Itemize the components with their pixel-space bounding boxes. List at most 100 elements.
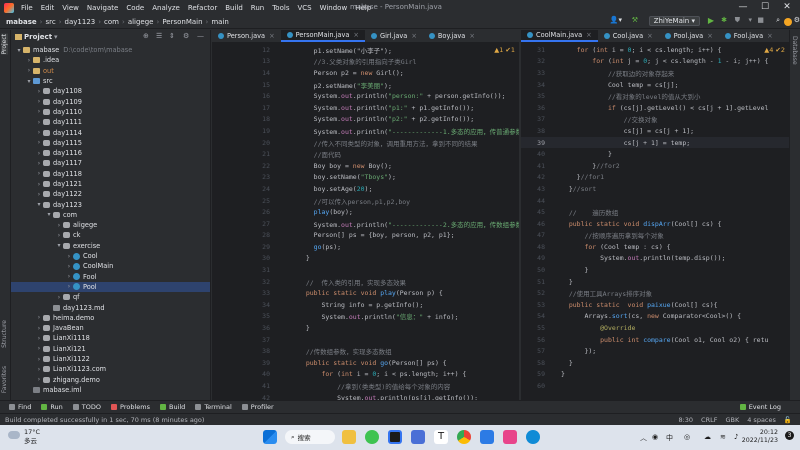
code-line[interactable]: 59} xyxy=(521,369,789,381)
tab-personmain-java[interactable]: PersonMain.java × xyxy=(280,30,365,42)
menu-build[interactable]: Build xyxy=(221,4,247,12)
chevron-right-icon[interactable]: › xyxy=(65,263,73,270)
tab-person-java[interactable]: Person.java × xyxy=(212,30,281,42)
tree-item-day1115[interactable]: › day1115 xyxy=(11,138,210,148)
tab-boy-java[interactable]: Boy.java × xyxy=(423,30,481,42)
tree-item-exercise[interactable]: ▾ exercise xyxy=(11,241,210,251)
toolwindow-build[interactable]: Build xyxy=(155,403,190,411)
code-line[interactable]: 35 //看对象的level的值从大到小 xyxy=(521,90,789,102)
code-line[interactable]: 47 //按顺序遍历拿到每个对象 xyxy=(521,230,789,242)
user-icon[interactable]: 👤▾ xyxy=(610,16,622,24)
code-line[interactable]: 37 //交换对象 xyxy=(521,114,789,126)
menu-file[interactable]: File xyxy=(17,4,37,12)
menu-navigate[interactable]: Navigate xyxy=(83,4,122,12)
indent-setting[interactable]: 4 spaces xyxy=(747,416,776,424)
code-area-left[interactable]: 12 p1.setName("小李子"); 13 //3.父类对象的引用指向子类G… xyxy=(212,44,519,400)
maximize-button[interactable]: ☐ xyxy=(754,2,776,12)
breadcrumb-item-day1123[interactable]: day1123 xyxy=(62,18,99,26)
database-tool-button[interactable]: Database xyxy=(791,36,798,65)
tree-item-day1122[interactable]: › day1122 xyxy=(11,189,210,199)
lock-icon[interactable]: 🔓 xyxy=(784,416,792,424)
file-explorer-icon[interactable] xyxy=(342,430,356,444)
status-message[interactable]: Build completed successfully in 1 sec, 7… xyxy=(5,416,204,424)
code-line[interactable]: 55 @Override xyxy=(521,322,789,334)
code-line[interactable]: 49 System.out.println(temp.disp()); xyxy=(521,253,789,265)
chevron-right-icon[interactable]: › xyxy=(55,222,63,229)
menu-analyze[interactable]: Analyze xyxy=(148,4,184,12)
project-panel-title[interactable]: Project xyxy=(24,33,52,41)
tree-item-mabase[interactable]: ▾ mabase D:\code\tom\mabase xyxy=(11,45,210,55)
expand-icon[interactable]: ⇕ xyxy=(169,32,175,40)
code-line[interactable]: 27 System.out.println("-------------2.多态… xyxy=(246,218,519,230)
typora-icon[interactable]: T xyxy=(434,430,448,444)
app-icon[interactable] xyxy=(480,430,494,444)
tray-volume-icon[interactable]: ♪ xyxy=(734,433,738,441)
menu-code[interactable]: Code xyxy=(122,4,148,12)
code-line[interactable]: 26 play(boy); xyxy=(246,206,519,218)
tree-item-javabean[interactable]: › JavaBean xyxy=(11,323,210,333)
menu-vcs[interactable]: VCS xyxy=(293,4,315,12)
chevron-right-icon[interactable]: › xyxy=(35,160,43,167)
tree-item-com[interactable]: ▾ com xyxy=(11,210,210,220)
code-line[interactable]: 33 //获取边的对象存起来 xyxy=(521,67,789,79)
collapse-all-icon[interactable]: ☰ xyxy=(156,32,162,40)
code-line[interactable]: 31 for (int i = 0; i < cs.length; i++) { xyxy=(521,44,789,56)
line-separator[interactable]: CRLF xyxy=(701,416,717,424)
code-line[interactable]: 32 for (int j = 0; j < cs.length - 1 - i… xyxy=(521,56,789,68)
chevron-right-icon[interactable]: › xyxy=(55,294,63,301)
menu-refactor[interactable]: Refactor xyxy=(184,4,221,12)
breadcrumb-item-aligege[interactable]: aligege xyxy=(125,18,157,26)
tree-item-day1109[interactable]: › day1109 xyxy=(11,96,210,106)
code-line[interactable]: 36 } xyxy=(246,322,519,334)
tab-coolmain-java[interactable]: CoolMain.java × xyxy=(521,30,598,42)
update-icon[interactable] xyxy=(784,18,792,26)
code-line[interactable]: 43 }//sort xyxy=(521,183,789,195)
breadcrumb-item-main[interactable]: main xyxy=(208,18,232,26)
toolwindow-todo[interactable]: TODO xyxy=(68,403,106,411)
code-line[interactable]: 40 } xyxy=(521,148,789,160)
favorites-tool-button[interactable]: Favorites xyxy=(1,366,8,393)
tree-item-out[interactable]: › out xyxy=(11,66,210,76)
code-line[interactable]: 29 go(ps); xyxy=(246,241,519,253)
code-line[interactable]: 18 System.out.println("p2:" + p2.getInfo… xyxy=(246,114,519,126)
chevron-down-icon[interactable]: ▾ xyxy=(45,211,53,218)
tree-item-src[interactable]: ▾ src xyxy=(11,76,210,86)
tray-app-icon[interactable]: ◉ xyxy=(652,433,658,441)
hammer-build-icon[interactable]: ⚒ xyxy=(632,16,638,24)
code-line[interactable]: 46 public static void dispArr(Cool[] cs)… xyxy=(521,218,789,230)
code-line[interactable]: 37 xyxy=(246,334,519,346)
breadcrumb-item-src[interactable]: src xyxy=(42,18,58,26)
chevron-down-icon[interactable]: ▾ xyxy=(35,201,43,208)
code-line[interactable]: 15 p2.setName("李美丽"); xyxy=(246,79,519,91)
tree-item-aligege[interactable]: › aligege xyxy=(11,220,210,230)
tree-item-day1117[interactable]: › day1117 xyxy=(11,158,210,168)
chevron-right-icon[interactable]: › xyxy=(35,356,43,363)
code-line[interactable]: 13 //3.父类对象的引用指向子类Girl xyxy=(246,56,519,68)
chevron-right-icon[interactable]: › xyxy=(35,108,43,115)
close-window-button[interactable]: ✕ xyxy=(776,2,798,12)
taskbar-search[interactable]: ⌕ 搜索 xyxy=(285,430,335,444)
close-tab-icon[interactable]: × xyxy=(586,31,592,39)
tree-item-day1111[interactable]: › day1111 xyxy=(11,117,210,127)
tree-item-lianxi1123-com[interactable]: › LianXi1123.com xyxy=(11,364,210,374)
structure-tool-button[interactable]: Structure xyxy=(1,320,8,348)
inspection-widget[interactable]: ▲1 ✔1 xyxy=(494,46,515,54)
code-line[interactable]: 39 public static void go(Person[] ps) { xyxy=(246,357,519,369)
hide-panel-icon[interactable]: — xyxy=(197,32,204,40)
search-everywhere-icon[interactable]: ⌕ xyxy=(776,16,780,25)
code-line[interactable]: 32 // 传入类的引用，实现多态效果 xyxy=(246,276,519,288)
chevron-right-icon[interactable]: › xyxy=(35,376,43,383)
chevron-right-icon[interactable]: › xyxy=(35,191,43,198)
chevron-right-icon[interactable]: › xyxy=(35,129,43,136)
tray-network-icon[interactable]: ◎ xyxy=(684,433,690,441)
code-line[interactable]: 53 public static void paixue(Cool[] cs){ xyxy=(521,299,789,311)
chevron-right-icon[interactable]: › xyxy=(55,232,63,239)
tab-cool-java[interactable]: Cool.java × xyxy=(598,30,659,42)
code-line[interactable]: 31 xyxy=(246,264,519,276)
close-tab-icon[interactable]: × xyxy=(269,32,275,40)
tree-item-fool[interactable]: › Fool xyxy=(11,272,210,282)
code-line[interactable]: 38 cs[j] = cs[j + 1]; xyxy=(521,125,789,137)
code-line[interactable]: 30 } xyxy=(246,253,519,265)
chevron-right-icon[interactable]: › xyxy=(35,335,43,342)
close-tab-icon[interactable]: × xyxy=(767,32,773,40)
